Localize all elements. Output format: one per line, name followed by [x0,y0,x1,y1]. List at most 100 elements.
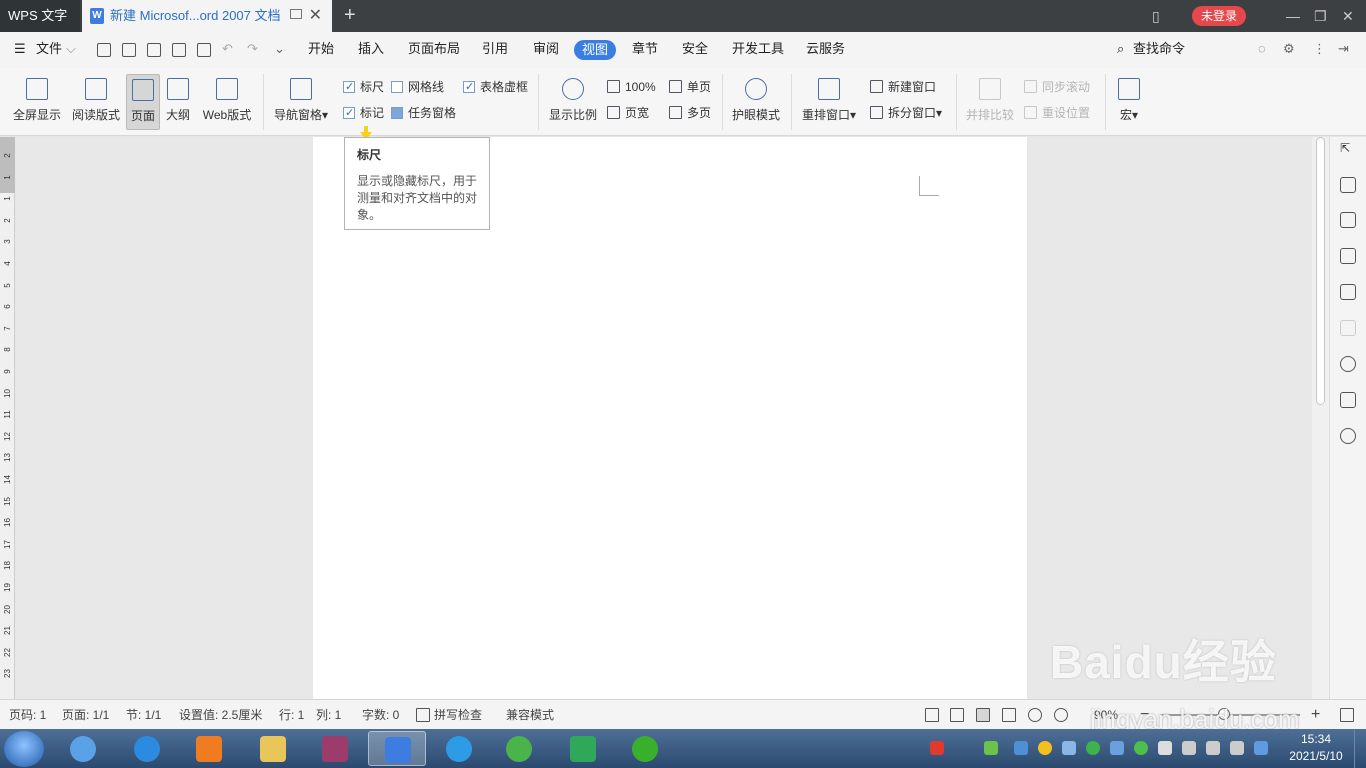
page-width-button[interactable]: 页宽 [607,104,649,122]
tab-security[interactable]: 安全 [682,32,708,68]
start-button[interactable] [4,731,44,767]
reset-position-button[interactable]: 重设位置 [1024,104,1090,122]
lock-icon[interactable] [1340,177,1356,193]
taskbar-app-ie[interactable] [118,731,176,766]
fullscreen-view-icon[interactable] [925,708,939,722]
battery-icon[interactable] [984,741,998,755]
feedback-icon[interactable]: ◌ [1258,32,1266,68]
login-button[interactable]: 未登录 [1192,6,1246,26]
taskbar-app-media[interactable] [180,731,238,766]
network-tray-icon[interactable] [1062,741,1076,755]
taskbar-app-explorer[interactable] [244,731,302,766]
shield-icon[interactable] [1110,741,1124,755]
status-page[interactable]: 页码: 1 [9,700,46,730]
redo-icon[interactable]: ↷ [247,32,258,68]
pin-ribbon-icon[interactable]: ⇥ [1338,32,1349,68]
open-icon[interactable] [97,43,111,57]
system-clock[interactable]: 15:34 2021/5/10 [1286,731,1346,765]
spell-check-icon[interactable] [416,708,430,722]
tab-page-layout[interactable]: 页面布局 [408,32,460,68]
archive-icon[interactable] [1340,248,1356,264]
gridlines-checkbox[interactable]: 网格线 [391,78,444,96]
tab-cloud[interactable]: 云服务 [806,32,845,68]
tab-references[interactable]: 引用 [482,32,508,68]
status-section[interactable]: 节: 1/1 [126,700,161,730]
usb-icon[interactable] [1182,741,1196,755]
history-icon[interactable] [1340,356,1356,372]
task-pane-checkbox[interactable]: 任务窗格 [391,104,456,122]
window-mode-icon[interactable]: ▯ [1152,0,1160,32]
nav-pane-button[interactable]: 导航窗格▾ [270,74,332,130]
security-tray-icon[interactable] [1038,741,1052,755]
file-dropdown-icon[interactable]: ⌵ [66,32,76,68]
web-mode-button[interactable]: Web版式 [198,74,256,130]
ruler-checkbox-box[interactable] [343,78,355,96]
input-method-icon[interactable] [1254,741,1268,755]
show-desktop-button[interactable] [1354,729,1366,768]
outline-list-icon[interactable] [1340,284,1356,300]
page-view-icon[interactable] [976,708,990,722]
hamburger-menu-icon[interactable]: ☰ [14,32,26,68]
zoom-100-button[interactable]: 100% [607,78,656,96]
arrange-windows-button[interactable]: 重排窗口▾ [798,74,860,130]
compat-mode-label[interactable]: 兼容模式 [506,700,554,730]
scrollbar-thumb[interactable] [1316,137,1325,405]
read-view-icon[interactable] [950,708,964,722]
outline-view-icon[interactable] [1002,708,1016,722]
settings-gear-icon[interactable]: ⚙ [1283,32,1295,68]
spell-check-button[interactable]: 拼写检查 [434,700,482,730]
sogou-ime-icon[interactable] [930,741,944,755]
minimize-icon[interactable]: — [1286,0,1300,32]
outline-button[interactable]: 大纲 [162,74,194,130]
translate-icon[interactable] [1340,212,1356,228]
multi-page-button[interactable]: 多页 [669,104,711,122]
markup-checkbox[interactable]: 标记 [343,104,384,122]
close-window-icon[interactable]: ✕ [1342,0,1354,32]
more-options-icon[interactable]: ⋮ [1313,32,1326,68]
taskbar-app-360-safe[interactable] [490,731,548,766]
wechat-icon[interactable] [1134,741,1148,755]
file-menu[interactable]: 文件 [36,32,62,68]
print-icon[interactable] [172,43,186,57]
zoom-in-icon[interactable]: + [1311,700,1320,730]
macro-button[interactable]: 宏▾ [1112,74,1146,130]
ruler-checkbox[interactable]: 标尺 [343,78,384,96]
single-page-button[interactable]: 单页 [669,78,711,96]
tab-chapter[interactable]: 章节 [632,32,658,68]
tab-review[interactable]: 审阅 [533,32,559,68]
close-tab-icon[interactable]: ✕ [309,0,322,32]
search-command[interactable]: 查找命令 [1133,32,1185,66]
new-window-button[interactable]: 新建窗口 [870,78,936,96]
taskbar-app-360[interactable] [54,731,112,766]
update-tray-icon[interactable] [1086,741,1100,755]
document-info-icon[interactable] [1340,392,1356,408]
read-mode-button[interactable]: 阅读版式 [68,74,124,130]
print-preview-icon[interactable] [197,43,211,57]
customize-toolbar-icon[interactable]: ⌄ [274,32,285,68]
status-row[interactable]: 行: 1 [279,700,304,730]
format-icon[interactable] [1340,320,1356,336]
status-setting[interactable]: 设置值: 2.5厘米 [179,700,262,730]
undo-icon[interactable]: ↶ [222,32,233,68]
vertical-scrollbar[interactable] [1312,137,1329,699]
taskbar-app-360-guard[interactable] [616,731,674,766]
taskbar-app-winrar[interactable] [306,731,364,766]
tab-preview-icon[interactable] [290,9,302,19]
table-gridlines-checkbox-box[interactable] [463,78,475,96]
volume-icon[interactable] [1230,741,1244,755]
taskbar-app-browser[interactable] [430,731,488,766]
status-pages[interactable]: 页面: 1/1 [62,700,109,730]
sync-scroll-button[interactable]: 同步滚动 [1024,78,1090,96]
document-tab[interactable]: W 新建 Microsof...ord 2007 文档 ✕ [82,0,332,32]
fullscreen-button[interactable]: 全屏显示 [8,74,66,130]
select-cursor-icon[interactable]: ⇱ [1340,141,1356,157]
tab-developer[interactable]: 开发工具 [732,32,784,68]
status-word-count[interactable]: 字数: 0 [362,700,399,730]
page-view-button[interactable]: 页面 [126,74,160,130]
tab-view[interactable]: 视图 [574,40,617,60]
search-icon[interactable]: ⌕ [1117,32,1124,68]
new-tab-button[interactable]: + [344,0,356,30]
split-window-button[interactable]: 拆分窗口▾ [870,104,942,122]
printer-icon[interactable] [1158,741,1172,755]
gridlines-checkbox-box[interactable] [391,81,403,93]
